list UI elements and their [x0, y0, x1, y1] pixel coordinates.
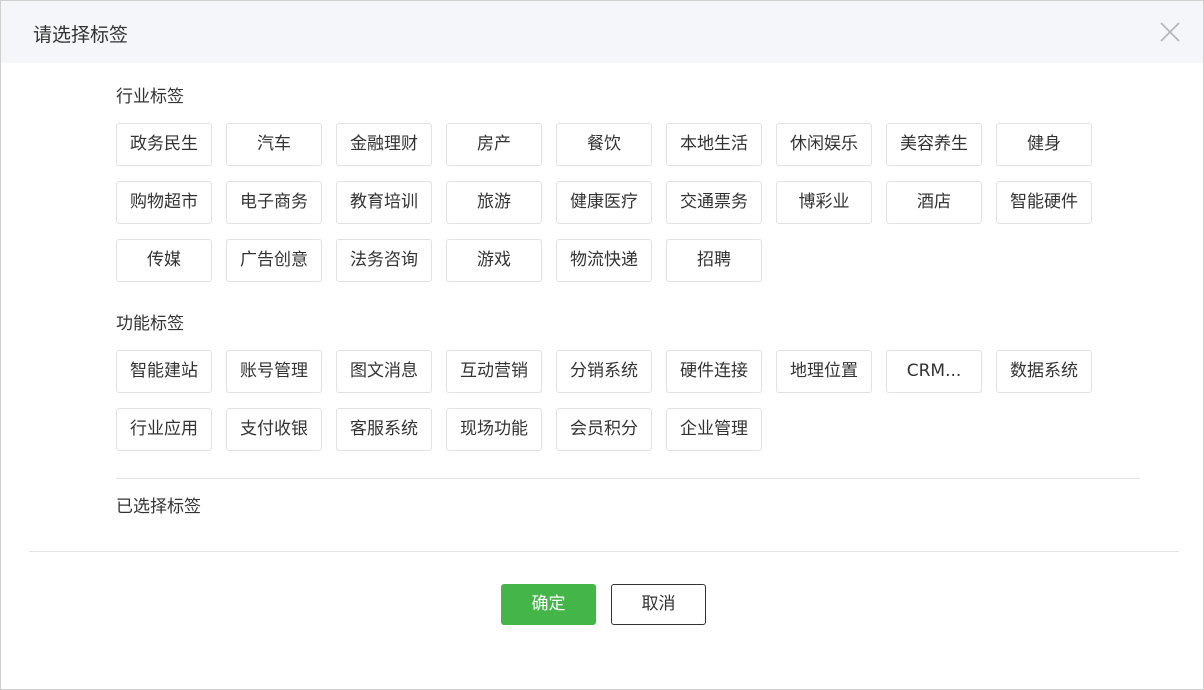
function-tag[interactable]: 现场功能 — [446, 408, 542, 451]
dialog-title: 请选择标签 — [33, 24, 129, 46]
industry-tag[interactable]: 游戏 — [446, 239, 542, 282]
industry-tag[interactable]: 智能硬件 — [996, 181, 1092, 224]
industry-tag[interactable]: 健身 — [996, 123, 1092, 166]
function-tag[interactable]: 支付收银 — [226, 408, 322, 451]
industry-tag[interactable]: 酒店 — [886, 181, 982, 224]
dialog-header: 请选择标签 — [1, 1, 1203, 63]
industry-tag[interactable]: 法务咨询 — [336, 239, 432, 282]
confirm-button[interactable]: 确定 — [501, 584, 596, 625]
industry-tag[interactable]: 购物超市 — [116, 181, 212, 224]
industry-tag[interactable]: 本地生活 — [666, 123, 762, 166]
industry-tag[interactable]: 健康医疗 — [556, 181, 652, 224]
function-tag[interactable]: 账号管理 — [226, 350, 322, 393]
function-tag[interactable]: 地理位置 — [776, 350, 872, 393]
function-tag[interactable]: 智能建站 — [116, 350, 212, 393]
function-tag[interactable]: 数据系统 — [996, 350, 1092, 393]
tag-select-dialog: 请选择标签 行业标签 政务民生 汽车 金融理财 房产 餐饮 本地生活 休闲娱乐 美容养生 健身购… — [0, 0, 1204, 690]
industry-tag[interactable]: 政务民生 — [116, 123, 212, 166]
function-tag[interactable]: 互动营销 — [446, 350, 542, 393]
industry-tag[interactable]: 金融理财 — [336, 123, 432, 166]
close-icon — [1160, 22, 1180, 42]
industry-tag[interactable]: 教育培训 — [336, 181, 432, 224]
industry-tag[interactable]: 房产 — [446, 123, 542, 166]
industry-tag[interactable]: 物流快递 — [556, 239, 652, 282]
function-tag[interactable]: 客服系统 — [336, 408, 432, 451]
selected-section-title: 已选择标签 — [116, 497, 201, 517]
industry-tag[interactable]: 广告创意 — [226, 239, 322, 282]
industry-tag[interactable]: 美容养生 — [886, 123, 982, 166]
function-tag[interactable]: 硬件连接 — [666, 350, 762, 393]
industry-tag[interactable]: 招聘 — [666, 239, 762, 282]
industry-tag[interactable]: 休闲娱乐 — [776, 123, 872, 166]
industry-tag[interactable]: 交通票务 — [666, 181, 762, 224]
cancel-button[interactable]: 取消 — [611, 584, 706, 625]
close-button[interactable] — [1159, 21, 1181, 43]
industry-tag[interactable]: 电子商务 — [226, 181, 322, 224]
function-tag[interactable]: 企业管理 — [666, 408, 762, 451]
function-tag[interactable]: 会员积分 — [556, 408, 652, 451]
function-tag[interactable]: 行业应用 — [116, 408, 212, 451]
footer-divider — [29, 551, 1179, 552]
industry-tag[interactable]: 博彩业 — [776, 181, 872, 224]
industry-tag[interactable]: 餐饮 — [556, 123, 652, 166]
industry-tag[interactable]: 汽车 — [226, 123, 322, 166]
function-section-title: 功能标签 — [116, 314, 184, 334]
industry-tag[interactable]: 传媒 — [116, 239, 212, 282]
function-tag[interactable]: CRM... — [886, 350, 982, 393]
function-tag[interactable]: 图文消息 — [336, 350, 432, 393]
section-divider — [116, 478, 1140, 479]
industry-tag[interactable]: 旅游 — [446, 181, 542, 224]
function-tag[interactable]: 分销系统 — [556, 350, 652, 393]
industry-section-title: 行业标签 — [116, 87, 184, 107]
